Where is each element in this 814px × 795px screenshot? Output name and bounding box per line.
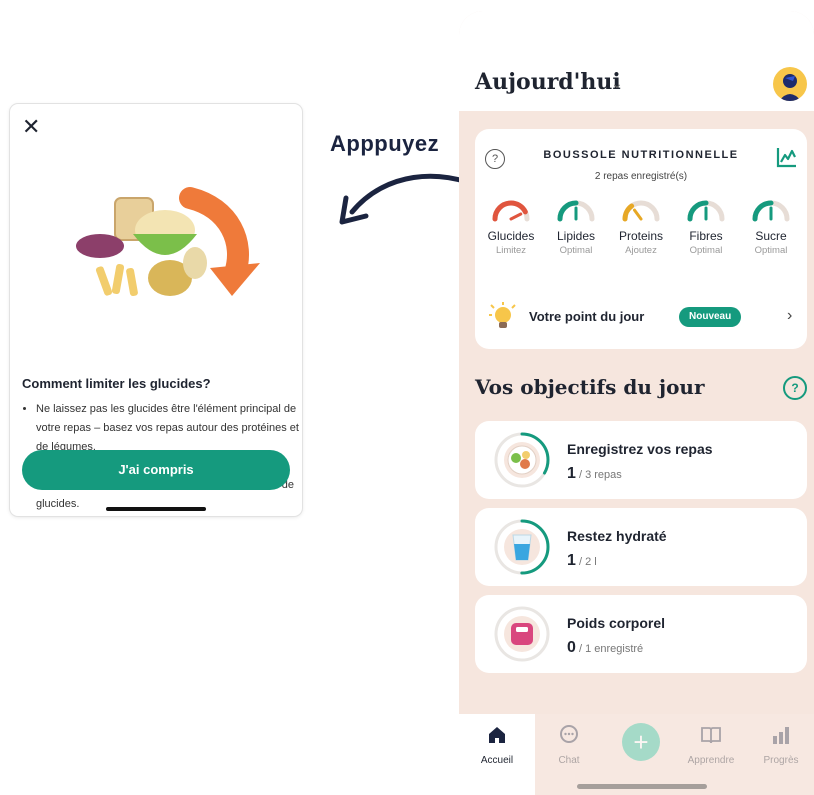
gauge-status: Ajoutez [625,245,657,256]
close-icon[interactable]: ✕ [22,116,44,138]
chat-icon [560,725,578,743]
goal-ring [494,519,550,575]
goal-title: Poids corporel [567,615,666,631]
goal-card-hydration[interactable]: Restez hydraté 1 / 2 l [475,508,807,586]
goal-title: Enregistrez vos repas [567,441,713,457]
goal-ring [494,606,550,662]
gauge-label: Proteins [618,229,664,243]
user-avatar-icon [779,74,801,101]
nutrient-gauges: Glucides Limitez Lipides Optimal Proteins Ajo… [475,199,807,269]
tab-label: Apprendre [687,755,735,766]
phone-notch [521,11,753,41]
carbs-illustration [76,187,260,297]
new-badge: Nouveau [679,307,742,327]
tap-instruction-label: Apppuyez [330,131,440,156]
compass-title: BOUSSOLE NUTRITIONNELLE [543,149,739,161]
water-glass-icon [512,534,532,561]
goal-progress: 0 / 1 enregistré [567,639,644,656]
tab-home[interactable]: Accueil [467,724,527,766]
tab-learn[interactable]: Apprendre [681,724,741,766]
tab-label: Accueil [480,755,514,766]
tab-label: Chat [558,755,580,766]
phone-screen: Aujourd'hui ⌄ ? BOUSSOLE NUTRITIONNELLE … [459,11,814,795]
avatar[interactable] [773,67,807,101]
gauge-status: Limitez [495,245,527,256]
gauge-status: Optimal [689,245,723,256]
daily-tip-label: Votre point du jour [529,309,645,324]
chart-icon[interactable] [775,145,799,169]
gauge-label: Fibres [689,229,723,243]
gauge-label: Glucides [487,229,535,243]
gauge-sucre: Sucre Optimal [739,199,803,256]
progress-icon [773,727,789,744]
gauge-fibres: Fibres Optimal [674,199,738,256]
tab-chat[interactable]: Chat [539,724,599,766]
chevron-down-icon[interactable]: ⌄ [611,75,623,92]
home-icon [489,727,505,743]
chevron-right-icon: › [787,307,793,324]
goal-progress: 1 / 2 l [567,552,597,569]
goal-ring [494,432,550,488]
gauge-meter-icon [622,200,660,222]
home-indicator [106,507,206,511]
tab-label: Progrès [763,755,799,766]
carb-tip-popup: ✕ Comment limiter les glucides? Ne laiss… [10,104,302,516]
gauge-glucides: Glucides Limitez [479,199,543,256]
objectives-title: Vos objectifs du jour [475,375,705,399]
tab-progress[interactable]: Progrès [751,724,811,766]
goal-card-meals[interactable]: Enregistrez vos repas 1 / 3 repas [475,421,807,499]
plate-icon [507,445,537,475]
scale-icon [511,623,533,645]
meals-logged-count: 2 repas enregistré(s) [594,171,688,182]
help-icon[interactable]: ? [783,376,807,400]
bottom-tab-bar: Accueil Chat + Apprendre Progrès [459,714,814,795]
page-title[interactable]: Aujourd'hui [475,69,621,95]
goal-progress: 1 / 3 repas [567,465,622,482]
gauge-meter-icon [687,200,725,222]
plus-icon[interactable]: + [622,723,660,761]
gauge-meter-icon [752,200,790,222]
home-indicator [577,784,707,789]
gauge-status: Optimal [559,245,593,256]
popup-title: Comment limiter les glucides? [22,376,211,391]
goal-title: Restez hydraté [567,528,667,544]
gauge-lipides: Lipides Optimal [544,199,608,256]
book-icon [701,727,721,744]
gauge-meter-icon [557,200,595,222]
daily-tip-row[interactable]: Votre point du jour Nouveau › [485,297,797,337]
understood-button[interactable]: J'ai compris [22,450,290,490]
goal-card-weight[interactable]: Poids corporel 0 / 1 enregistré [475,595,807,673]
lightbulb-icon [489,302,516,328]
nutrition-compass-card: ? BOUSSOLE NUTRITIONNELLE 2 repas enregi… [475,129,807,349]
gauge-label: Sucre [755,229,787,243]
gauge-status: Optimal [754,245,788,256]
gauge-proteins: Proteins Ajoutez [609,199,673,256]
gauge-label: Lipides [556,229,596,243]
gauge-meter-icon [492,200,530,222]
popup-bullet: Ne laissez pas les glucides être l'éléme… [36,400,302,457]
